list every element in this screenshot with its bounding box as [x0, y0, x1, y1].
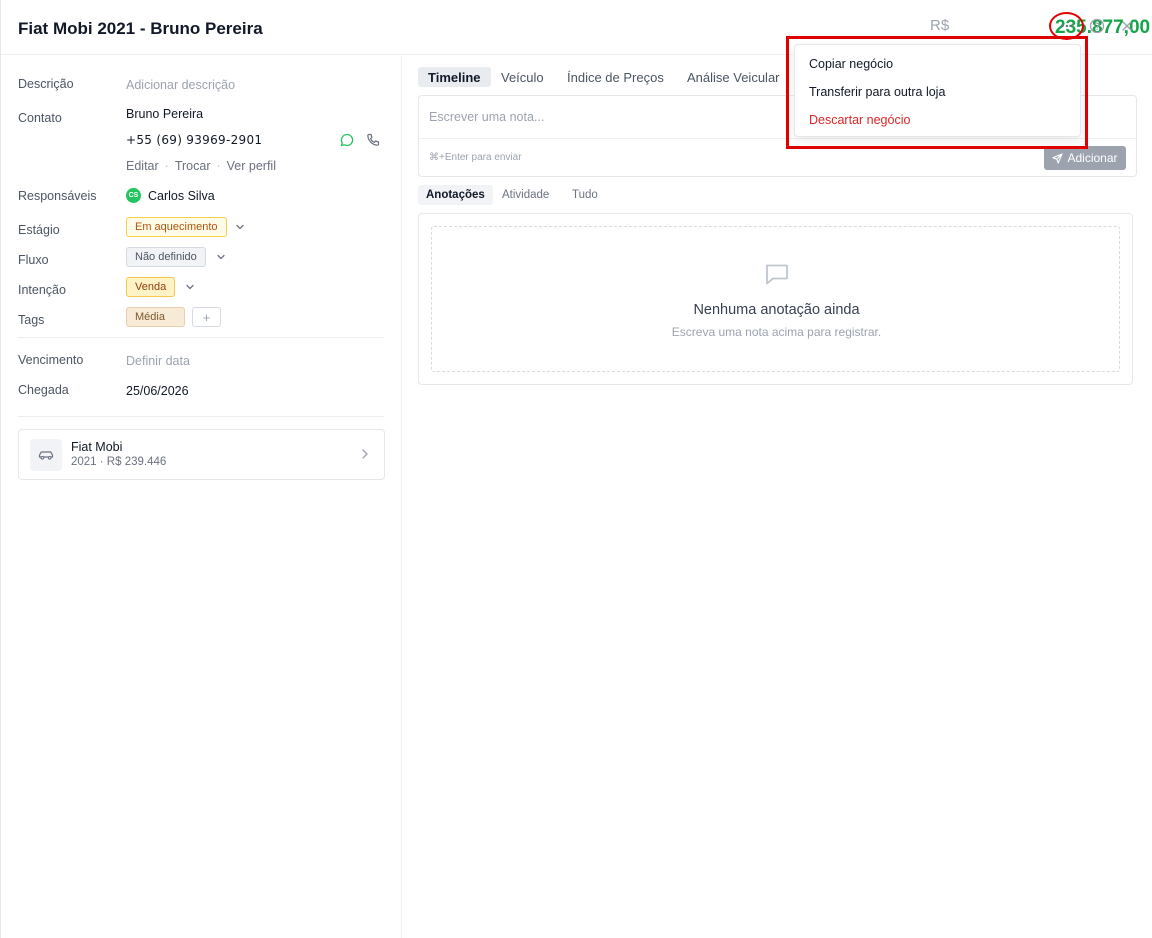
intencao-dropdown[interactable] — [183, 280, 197, 294]
divider — [18, 416, 384, 417]
chevron-down-icon — [217, 254, 225, 260]
editar-link[interactable]: Editar — [126, 159, 159, 173]
subtab-atividade[interactable]: Atividade — [494, 185, 557, 205]
tag-badge: Média — [126, 307, 185, 327]
estagio-label: Estágio — [18, 223, 60, 237]
tab-indice-precos[interactable]: Índice de Preços — [557, 67, 674, 87]
link-separator: · — [164, 159, 169, 173]
estagio-dropdown[interactable] — [233, 220, 247, 234]
deal-detail-panel: Fiat Mobi 2021 - Bruno Pereira R$ 235.87… — [0, 0, 1152, 938]
vehicle-icon-box — [30, 439, 62, 471]
deal-price: R$ 235.877,00 — [930, 17, 1150, 38]
vencimento-label: Vencimento — [18, 353, 84, 367]
empty-state-subtitle: Escreva uma nota acima para registrar. — [671, 325, 882, 339]
empty-icon-wrap — [763, 260, 791, 291]
intencao-label: Intenção — [18, 283, 66, 297]
contato-telefone: +55 (69) 93969-2901 — [126, 133, 263, 147]
ver-perfil-link[interactable]: Ver perfil — [227, 159, 276, 173]
vehicle-subtitle: 2021 · R$ 239.446 — [71, 456, 167, 468]
tab-analise-veicular[interactable]: Análise Veicular — [677, 67, 790, 87]
empty-state: Nenhuma anotação ainda Escreva uma nota … — [431, 226, 1120, 372]
tags-label: Tags — [18, 313, 45, 327]
subtab-anotacoes[interactable]: Anotações — [418, 185, 493, 205]
car-icon — [38, 451, 54, 460]
responsaveis-label: Responsáveis — [18, 189, 97, 203]
close-icon — [1122, 21, 1132, 31]
notes-panel: Nenhuma anotação ainda Escreva uma nota … — [418, 213, 1133, 385]
more-options-menu: Copiar negócio Transferir para outra loj… — [794, 44, 1081, 137]
chevron-right-icon — [362, 449, 368, 459]
contato-label: Contato — [18, 111, 62, 125]
call-button[interactable] — [365, 132, 381, 148]
main-content: Timeline Veículo Índice de Preços Anális… — [403, 56, 1152, 938]
descricao-label: Descrição — [18, 77, 74, 91]
add-note-button[interactable]: Adicionar — [1044, 146, 1126, 170]
subtab-tudo[interactable]: Tudo — [564, 185, 606, 205]
price-currency: R$ — [930, 17, 950, 34]
link-separator: · — [216, 159, 221, 173]
tab-timeline[interactable]: Timeline — [418, 67, 491, 87]
estagio-badge[interactable]: Em aquecimento — [126, 217, 227, 237]
divider — [18, 337, 384, 338]
descricao-input[interactable]: Adicionar descrição — [126, 78, 235, 92]
fluxo-dropdown[interactable] — [214, 250, 228, 264]
contato-nome: Bruno Pereira — [126, 107, 204, 121]
message-square-icon — [766, 264, 788, 285]
add-note-label: Adicionar — [1067, 151, 1118, 165]
add-tag-button[interactable]: + — [192, 307, 221, 327]
whatsapp-button[interactable] — [339, 132, 355, 148]
avatar: CS — [126, 188, 141, 203]
close-button[interactable] — [1116, 15, 1138, 37]
more-horizontal-icon — [1061, 24, 1073, 28]
chegada-label: Chegada — [18, 383, 69, 397]
more-options-button[interactable] — [1056, 15, 1078, 37]
vencimento-input[interactable]: Definir data — [126, 354, 190, 368]
chegada-valor: 25/06/2026 — [126, 384, 189, 398]
menu-item-transferir[interactable]: Transferir para outra loja — [809, 85, 945, 99]
responsavel-nome: Carlos Silva — [148, 189, 215, 203]
tab-veiculo[interactable]: Veículo — [491, 67, 554, 87]
help-button[interactable] — [1086, 15, 1108, 37]
menu-item-descartar[interactable]: Descartar negócio — [809, 113, 910, 127]
chevron-down-icon — [186, 284, 194, 290]
fluxo-label: Fluxo — [18, 253, 49, 267]
contato-links: Editar · Trocar · Ver perfil — [126, 159, 276, 173]
help-circle-icon — [1089, 18, 1105, 34]
details-sidebar: Descrição Adicionar descrição Contato Br… — [1, 56, 402, 938]
phone-icon — [367, 133, 380, 146]
send-hint: ⌘+Enter para enviar — [429, 152, 522, 163]
vehicle-name: Fiat Mobi — [71, 440, 123, 454]
menu-item-copiar[interactable]: Copiar negócio — [809, 57, 893, 71]
chevron-down-icon — [236, 224, 244, 230]
send-icon — [1052, 152, 1064, 164]
trocar-link[interactable]: Trocar — [175, 159, 211, 173]
page-title: Fiat Mobi 2021 - Bruno Pereira — [18, 19, 263, 38]
intencao-badge[interactable]: Venda — [126, 277, 176, 297]
fluxo-badge[interactable]: Não definido — [126, 247, 206, 267]
chat-bubble-icon — [340, 133, 354, 147]
empty-state-title: Nenhuma anotação ainda — [693, 302, 860, 318]
vehicle-card[interactable]: Fiat Mobi 2021 · R$ 239.446 — [18, 429, 385, 480]
vehicle-chevron — [359, 447, 371, 464]
